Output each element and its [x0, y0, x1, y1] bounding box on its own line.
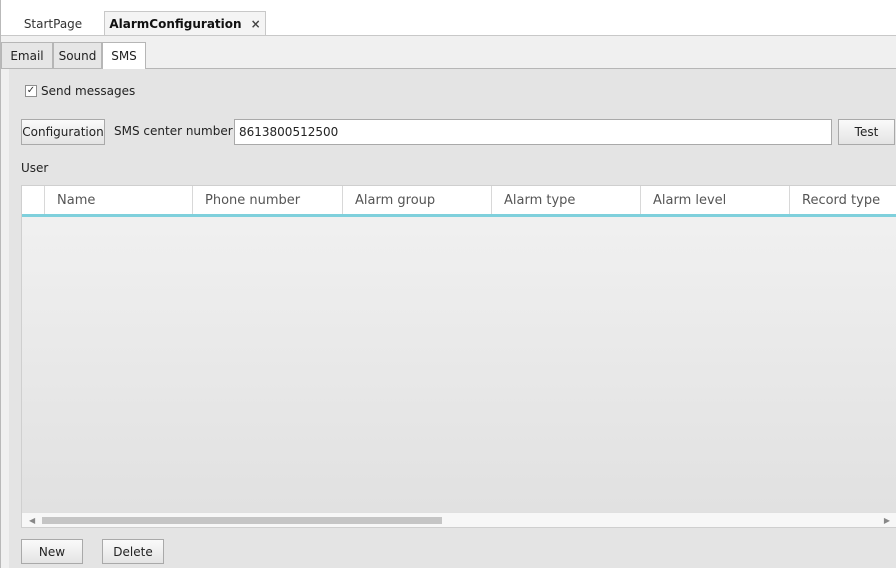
new-button[interactable]: New [21, 539, 83, 564]
close-icon[interactable]: × [251, 17, 261, 31]
tab-sms-label: SMS [111, 49, 137, 63]
user-table[interactable]: Name Phone number Alarm group Alarm type… [21, 185, 896, 528]
column-header-name[interactable]: Name [45, 186, 193, 214]
delete-button[interactable]: Delete [102, 539, 164, 564]
column-header-record-type[interactable]: Record type [790, 186, 896, 214]
document-tab-bar: StartPage AlarmConfiguration × [1, 0, 896, 36]
tab-alarmconfiguration[interactable]: AlarmConfiguration × [104, 11, 266, 36]
send-messages-option[interactable]: ✓ Send messages [25, 83, 135, 99]
tab-email-label: Email [10, 48, 44, 63]
tab-alarmconfiguration-label: AlarmConfiguration [109, 17, 242, 31]
tab-email[interactable]: Email [1, 42, 53, 68]
horizontal-scrollbar[interactable]: ◀ ▶ [22, 512, 896, 527]
column-header-alarm-group[interactable]: Alarm group [343, 186, 492, 214]
send-messages-checkbox[interactable]: ✓ [25, 85, 37, 97]
tab-sms[interactable]: SMS [102, 42, 146, 69]
user-table-header: Name Phone number Alarm group Alarm type… [22, 186, 896, 217]
tab-startpage[interactable]: StartPage [9, 11, 97, 36]
tab-sound[interactable]: Sound [53, 42, 102, 68]
tab-sound-label: Sound [58, 48, 97, 63]
test-button[interactable]: Test [838, 119, 895, 145]
scrollbar-thumb[interactable] [42, 517, 442, 524]
row-header-cell [22, 186, 45, 214]
scroll-right-icon[interactable]: ▶ [884, 516, 890, 525]
scroll-left-icon[interactable]: ◀ [29, 516, 35, 525]
configuration-button[interactable]: Configuration [21, 119, 105, 145]
sms-center-number-input[interactable] [234, 119, 832, 145]
sms-center-number-label: SMS center number [114, 124, 233, 138]
column-header-phone-number[interactable]: Phone number [193, 186, 343, 214]
alarm-configuration-window: StartPage AlarmConfiguration × Email Sou… [0, 0, 896, 568]
tab-startpage-label: StartPage [23, 16, 83, 31]
column-header-alarm-level[interactable]: Alarm level [641, 186, 790, 214]
send-messages-label: Send messages [41, 84, 136, 98]
user-section-label: User [21, 161, 49, 175]
column-header-alarm-type[interactable]: Alarm type [492, 186, 641, 214]
